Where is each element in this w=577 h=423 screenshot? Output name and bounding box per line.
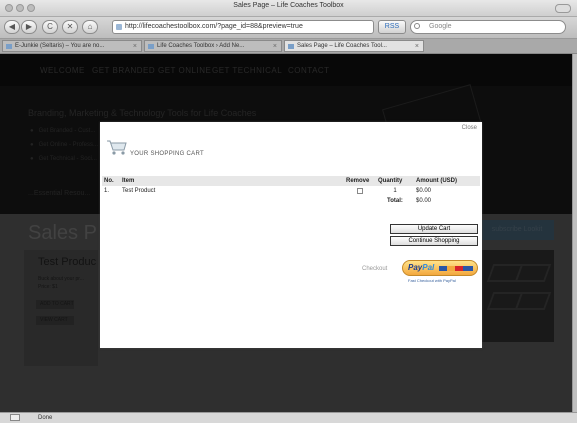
paypal-logo-pay: Pay [408, 263, 423, 272]
column-header: Remove [344, 176, 376, 186]
back-button[interactable]: ◀ [4, 20, 20, 34]
paypal-subtext: Fast Checkout with PayPal [408, 278, 456, 283]
close-icon[interactable]: × [133, 42, 137, 51]
status-toggle-button[interactable] [10, 414, 20, 421]
stop-button[interactable]: ✕ [62, 20, 78, 34]
cart-table: No. Item Remove Quantity Amount (USD) 1.… [102, 176, 480, 206]
paypal-checkout-button[interactable]: PayPal [402, 260, 478, 276]
tab-label: Life Coaches Toolbox › Add Ne... [157, 43, 245, 49]
favicon-icon [6, 44, 12, 49]
tab-label: Sales Page – Life Coaches Tool... [297, 43, 387, 49]
toolbar-toggle-button[interactable] [555, 4, 571, 13]
status-bar: Done [0, 412, 577, 423]
cart-title: YOUR SHOPPING CART [130, 151, 204, 157]
home-button[interactable]: ⌂ [82, 20, 98, 34]
remove-checkbox[interactable] [357, 187, 363, 194]
window-title: Sales Page – Life Coaches Toolbox [233, 2, 344, 9]
column-header: No. [102, 176, 120, 186]
search-input[interactable]: Google [410, 20, 566, 34]
continue-shopping-button[interactable]: Continue Shopping [390, 236, 478, 246]
tab-sales-page[interactable]: Sales Page – Life Coaches Tool... × [284, 40, 424, 52]
update-cart-button[interactable]: Update Cart [390, 224, 478, 234]
total-label: Total: [387, 198, 403, 204]
search-icon [414, 23, 420, 29]
shopping-cart-modal: Close YOUR SHOPPING CART No. Item Remove… [100, 122, 482, 348]
favicon-icon [288, 44, 294, 49]
shopping-cart-icon [107, 140, 127, 155]
item-name: Test Product [122, 188, 156, 194]
card-logos-icon [439, 266, 473, 271]
forward-button[interactable]: ▶ [21, 20, 37, 34]
column-header: Item [120, 176, 344, 186]
item-amount: $0.00 [416, 188, 432, 194]
tab-label: E-Junkie (Seltaris) – You are no... [15, 43, 105, 49]
checkout-label: Checkout [362, 266, 388, 272]
quantity-field[interactable]: 1 [376, 186, 414, 196]
close-button[interactable]: Close [462, 125, 477, 131]
tab-bar: E-Junkie (Seltaris) – You are no... × Li… [0, 39, 577, 54]
reload-button[interactable]: C [42, 20, 58, 34]
column-header: Quantity [376, 176, 414, 186]
url-field[interactable]: http://lifecoachestoolbox.com/?page_id=8… [112, 20, 374, 34]
paypal-logo-pal: Pal [422, 263, 435, 272]
favicon-icon [148, 44, 154, 49]
row-number: 1. [104, 188, 110, 194]
tab-toolbox-admin[interactable]: Life Coaches Toolbox › Add Ne... × [144, 40, 282, 52]
total-value: $0.00 [416, 198, 432, 204]
close-icon[interactable]: × [415, 42, 419, 51]
column-header: Amount (USD) [414, 176, 480, 186]
rss-button[interactable]: RSS [378, 20, 406, 34]
table-row: 1. Test Product 1 $0.00 [102, 186, 480, 196]
close-icon[interactable]: × [273, 42, 277, 51]
tab-ejunkie[interactable]: E-Junkie (Seltaris) – You are no... × [2, 40, 142, 52]
vertical-scrollbar[interactable] [572, 54, 577, 412]
window-titlebar: Sales Page – Life Coaches Toolbox [0, 0, 577, 17]
browser-toolbar: ◀ ▶ C ✕ ⌂ http://lifecoachestoolbox.com/… [0, 17, 577, 39]
